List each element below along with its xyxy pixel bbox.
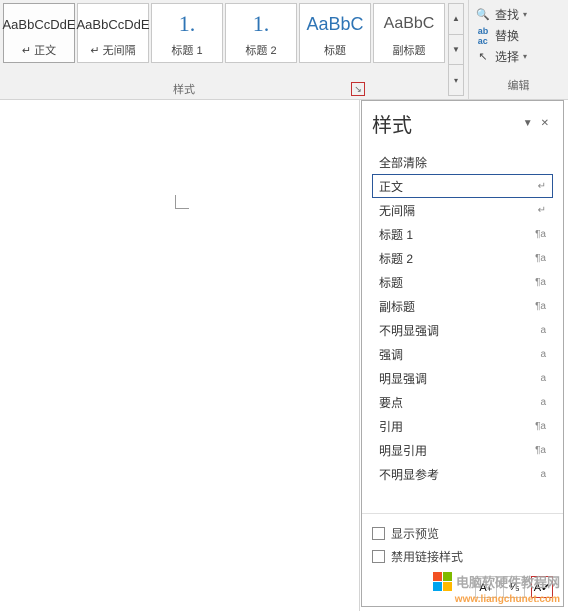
style-item-label: 标题 1	[379, 226, 535, 243]
style-inspector-button[interactable]: ⁴⁄₅	[503, 576, 525, 598]
chevron-down-icon: ▾	[523, 52, 527, 61]
style-preview: AaBbCcDdE	[3, 8, 76, 40]
show-preview-label: 显示预览	[391, 525, 439, 542]
style-item-要点[interactable]: 要点a	[372, 390, 553, 414]
style-item-label: 标题 2	[379, 250, 535, 267]
style-tile-副标题[interactable]: AaBbC 副标题	[373, 3, 445, 63]
style-tile-label: 标题	[324, 42, 346, 58]
style-preview: 1.	[253, 8, 270, 40]
style-item-label: 明显强调	[379, 370, 540, 387]
style-item-标题[interactable]: 标题¶a	[372, 270, 553, 294]
style-tile-label: 标题 1	[171, 42, 202, 58]
style-item-不明显参考[interactable]: 不明显参考a	[372, 462, 553, 486]
style-item-label: 无间隔	[379, 202, 538, 219]
disable-linked-checkbox[interactable]: 禁用链接样式	[372, 545, 553, 568]
style-type-icon: a	[540, 373, 546, 384]
style-item-label: 强调	[379, 346, 540, 363]
find-label: 查找	[495, 6, 519, 23]
select-label: 选择	[495, 48, 519, 65]
style-item-无间隔[interactable]: 无间隔↵	[372, 198, 553, 222]
styles-pane: 样式 ▼ ✕ 全部清除正文↵无间隔↵标题 1¶a标题 2¶a标题¶a副标题¶a不…	[361, 100, 564, 607]
replace-button[interactable]: abac 替换	[471, 25, 566, 46]
style-item-全部清除[interactable]: 全部清除	[372, 150, 553, 174]
style-item-不明显强调[interactable]: 不明显强调a	[372, 318, 553, 342]
style-item-label: 全部清除	[379, 154, 546, 171]
page-corner-mark	[175, 195, 189, 209]
style-item-label: 正文	[379, 178, 538, 195]
style-tile-label: 标题 2	[245, 42, 276, 58]
style-item-label: 副标题	[379, 298, 535, 315]
styles-dialog-launcher-icon[interactable]: ↘	[351, 82, 365, 96]
style-item-label: 标题	[379, 274, 535, 291]
gallery-up-icon[interactable]: ▲	[449, 4, 463, 35]
style-tile-无间隔[interactable]: AaBbCcDdE ↵ 无间隔	[77, 3, 149, 63]
style-type-icon: ↵	[538, 181, 546, 192]
style-type-icon: a	[540, 469, 546, 480]
style-type-icon: a	[540, 349, 546, 360]
checkbox-icon	[372, 527, 385, 540]
style-type-icon: ¶a	[535, 277, 546, 288]
manage-styles-button[interactable]: A✔	[531, 576, 553, 598]
find-icon: 🔍	[475, 7, 491, 23]
new-style-button[interactable]: A₊	[475, 576, 497, 598]
select-icon: ↖	[475, 49, 491, 65]
checkbox-icon	[372, 550, 385, 563]
chevron-down-icon: ▾	[523, 10, 527, 19]
style-item-label: 引用	[379, 418, 535, 435]
style-tile-标题 2[interactable]: 1. 标题 2	[225, 3, 297, 63]
style-item-label: 明显引用	[379, 442, 535, 459]
style-type-icon: ¶a	[535, 301, 546, 312]
pane-options-icon[interactable]: ▼	[519, 118, 537, 129]
style-item-label: 不明显强调	[379, 322, 540, 339]
style-preview: AaBbC	[384, 8, 435, 40]
replace-label: 替换	[495, 27, 519, 44]
style-item-标题 2[interactable]: 标题 2¶a	[372, 246, 553, 270]
style-tile-正文[interactable]: AaBbCcDdE ↵ 正文	[3, 3, 75, 63]
gallery-more-icon[interactable]: ▾	[449, 65, 463, 95]
replace-icon: abac	[475, 28, 491, 44]
style-item-副标题[interactable]: 副标题¶a	[372, 294, 553, 318]
editing-group: 🔍 查找 ▾ abac 替换 ↖ 选择 ▾ 编辑	[468, 0, 568, 99]
style-type-icon: ↵	[538, 205, 546, 216]
style-type-icon: a	[540, 397, 546, 408]
pane-title: 样式	[372, 109, 519, 138]
style-item-引用[interactable]: 引用¶a	[372, 414, 553, 438]
style-tile-label: 副标题	[393, 42, 426, 58]
style-item-正文[interactable]: 正文↵	[372, 174, 553, 198]
style-item-强调[interactable]: 强调a	[372, 342, 553, 366]
disable-linked-label: 禁用链接样式	[391, 548, 463, 565]
style-preview: 1.	[179, 8, 196, 40]
style-item-明显强调[interactable]: 明显强调a	[372, 366, 553, 390]
style-type-icon: ¶a	[535, 253, 546, 264]
select-button[interactable]: ↖ 选择 ▾	[471, 46, 566, 67]
style-preview: AaBbC	[306, 8, 363, 40]
style-item-标题 1[interactable]: 标题 1¶a	[372, 222, 553, 246]
style-type-icon: ¶a	[535, 229, 546, 240]
style-type-icon: ¶a	[535, 421, 546, 432]
style-tile-标题 1[interactable]: 1. 标题 1	[151, 3, 223, 63]
style-tile-label: ↵ 无间隔	[90, 42, 135, 58]
styles-list: 全部清除正文↵无间隔↵标题 1¶a标题 2¶a标题¶a副标题¶a不明显强调a强调…	[362, 148, 563, 513]
style-type-icon: ¶a	[535, 445, 546, 456]
style-tile-label: ↵ 正文	[22, 42, 56, 58]
style-item-label: 要点	[379, 394, 540, 411]
style-preview: AaBbCcDdE	[77, 8, 150, 40]
style-item-label: 不明显参考	[379, 466, 540, 483]
style-tile-标题[interactable]: AaBbC 标题	[299, 3, 371, 63]
style-item-明显引用[interactable]: 明显引用¶a	[372, 438, 553, 462]
style-type-icon: a	[540, 325, 546, 336]
editing-group-label: 编辑	[471, 77, 566, 95]
document-canvas[interactable]	[0, 100, 360, 611]
gallery-down-icon[interactable]: ▼	[449, 35, 463, 66]
show-preview-checkbox[interactable]: 显示预览	[372, 522, 553, 545]
find-button[interactable]: 🔍 查找 ▾	[471, 4, 566, 25]
close-icon[interactable]: ✕	[537, 118, 553, 129]
styles-group-label: 样式	[173, 81, 195, 97]
